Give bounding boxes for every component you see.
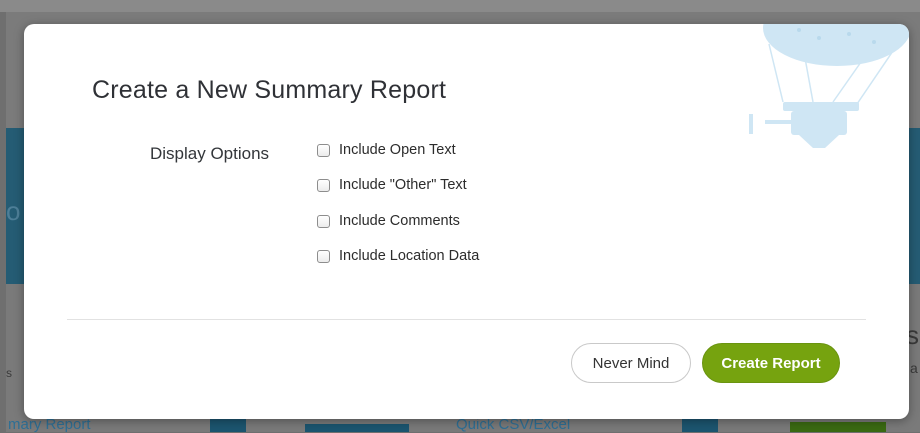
option-label: Include Open Text [339,142,456,158]
background-text-fragment: s [6,366,12,380]
background-card-block [305,424,409,432]
option-label: Include Location Data [339,248,480,264]
checkbox-include-open-text[interactable] [317,143,330,157]
option-include-location-data[interactable]: Include Location Data [317,248,479,264]
option-include-open-text[interactable]: Include Open Text [317,142,456,158]
checkbox-include-location-data[interactable] [317,249,330,263]
option-label: Include "Other" Text [339,177,467,193]
hot-air-balloon-illustration [749,24,909,148]
option-include-other-text[interactable]: Include "Other" Text [317,177,467,193]
create-report-modal: Create a New Summary Report Display Opti… [24,24,909,419]
create-report-button[interactable]: Create Report [702,343,840,383]
background-green-button [790,422,886,432]
modal-title: Create a New Summary Report [92,76,447,104]
background-text-fragment: o [6,196,21,226]
background-top-bar [0,0,920,12]
display-options-label: Display Options [150,144,270,163]
checkbox-include-comments[interactable] [317,214,330,228]
never-mind-button[interactable]: Never Mind [571,343,691,383]
modal-divider [67,319,866,320]
option-include-comments[interactable]: Include Comments [317,213,460,229]
background-text-fragment: a [910,360,918,376]
checkbox-include-other-text[interactable] [317,178,330,192]
option-label: Include Comments [339,213,460,229]
